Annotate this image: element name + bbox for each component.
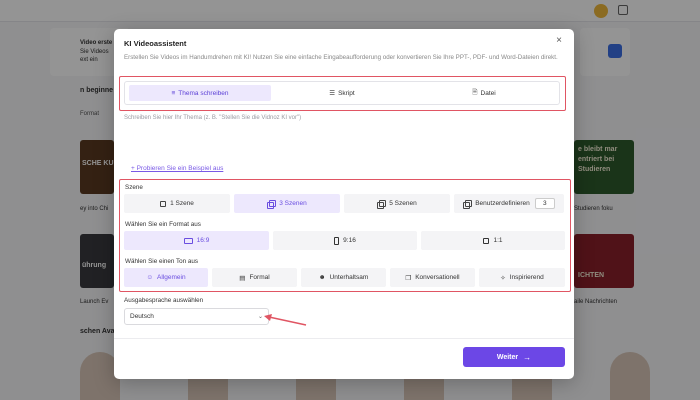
sparkle-icon: ✧ [500, 274, 506, 282]
tone-option-conversational[interactable]: ❐ Konversationell [390, 268, 475, 287]
file-icon: 🗎 [472, 88, 478, 96]
arrow-head [264, 314, 272, 321]
format-label: Wählen Sie ein Format aus [125, 221, 201, 228]
scene-option-5[interactable]: 5 Szenen [344, 194, 450, 213]
scene-label: Szene [125, 184, 143, 191]
scene-option-1[interactable]: 1 Szene [124, 194, 230, 213]
option-label: Allgemein [157, 274, 186, 281]
option-label: Formal [249, 274, 270, 281]
portrait-icon [334, 236, 340, 245]
annotation-arrow [264, 314, 307, 326]
option-label: Benutzerdefinieren [475, 200, 530, 207]
scene-options: 1 Szene 3 Szenen 5 Szenen Benutzerdefini… [124, 194, 564, 213]
option-label: 3 Szenen [279, 200, 307, 207]
tab-script[interactable]: ☰ Skript [271, 85, 413, 101]
scenes-icon [267, 200, 277, 209]
arrow-line [268, 316, 307, 326]
scenes-icon [377, 200, 387, 209]
option-label: 1:1 [493, 237, 503, 244]
tab-write-topic[interactable]: ≡ Thema schreiben [129, 85, 271, 101]
scene-option-3[interactable]: 3 Szenen [234, 194, 340, 213]
tab-file[interactable]: 🗎 Datei [413, 85, 555, 101]
option-label: Konversationell [415, 274, 460, 281]
scenes-icon [463, 200, 473, 209]
square-icon [483, 237, 490, 244]
scene-option-custom[interactable]: Benutzerdefinieren 3 [454, 194, 564, 213]
language-value: Deutsch [130, 313, 154, 320]
laugh-icon: ☻ [318, 274, 326, 281]
language-label: Ausgabesprache auswählen [124, 297, 204, 304]
tab-label: Skript [338, 89, 355, 97]
tab-label: Thema schreiben [178, 89, 229, 97]
modal-description: Erstellen Sie Videos im Handumdrehen mit… [124, 54, 558, 61]
next-button-label: Weiter [496, 353, 519, 361]
chat-icon: ❐ [405, 274, 412, 282]
landscape-icon [183, 237, 193, 244]
tone-label: Wählen Sie einen Ton aus [125, 258, 199, 265]
list-icon: ☰ [329, 90, 336, 97]
input-mode-highlight: ≡ Thema schreiben ☰ Skript 🗎 Datei [119, 76, 566, 111]
close-icon[interactable]: × [554, 36, 564, 46]
format-option-16-9[interactable]: 16:9 [124, 231, 269, 250]
format-option-9-16[interactable]: 9:16 [273, 231, 417, 250]
option-label: 1 Szene [170, 200, 194, 207]
tone-options: ☺ Allgemein ▤ Formal ☻ Unterhaltsam ❐ Ko… [124, 268, 565, 287]
tab-label: Datei [480, 89, 496, 97]
modal-title: KI Videoassistent [124, 39, 187, 48]
input-mode-tabs: ≡ Thema schreiben ☰ Skript 🗎 Datei [124, 81, 560, 105]
language-select[interactable]: Deutsch ⌄ [124, 308, 269, 325]
tone-option-entertaining[interactable]: ☻ Unterhaltsam [301, 268, 386, 287]
arrow-right-icon: → [523, 352, 532, 362]
option-label: 5 Szenen [389, 200, 417, 207]
tone-option-inspiring[interactable]: ✧ Inspirierend [479, 268, 565, 287]
try-example-link[interactable]: + Probieren Sie ein Beispiel aus [131, 165, 223, 172]
briefcase-icon: ▤ [239, 274, 246, 282]
text-lines-icon: ≡ [171, 89, 176, 97]
ki-video-assistant-modal: KI Videoassistent × Erstellen Sie Videos… [114, 29, 574, 379]
next-button[interactable]: Weiter → [463, 347, 565, 367]
topic-placeholder: Schreiben Sie hier Ihr Thema (z. B. "Ste… [124, 115, 302, 121]
single-square-icon [160, 200, 167, 207]
option-label: Unterhaltsam [329, 274, 369, 281]
option-label: 9:16 [343, 237, 356, 244]
footer-divider [114, 338, 574, 339]
format-option-1-1[interactable]: 1:1 [421, 231, 565, 250]
video-options-highlight: Szene 1 Szene 3 Szenen 5 Szenen Benutzer… [119, 179, 571, 292]
tone-option-formal[interactable]: ▤ Formal [212, 268, 297, 287]
custom-scene-count-input[interactable]: 3 [534, 198, 555, 209]
format-options: 16:9 9:16 1:1 [124, 231, 565, 250]
smile-icon: ☺ [146, 274, 154, 281]
option-label: Inspirierend [509, 274, 544, 281]
option-label: 16:9 [196, 237, 210, 244]
tone-option-general[interactable]: ☺ Allgemein [124, 268, 208, 287]
